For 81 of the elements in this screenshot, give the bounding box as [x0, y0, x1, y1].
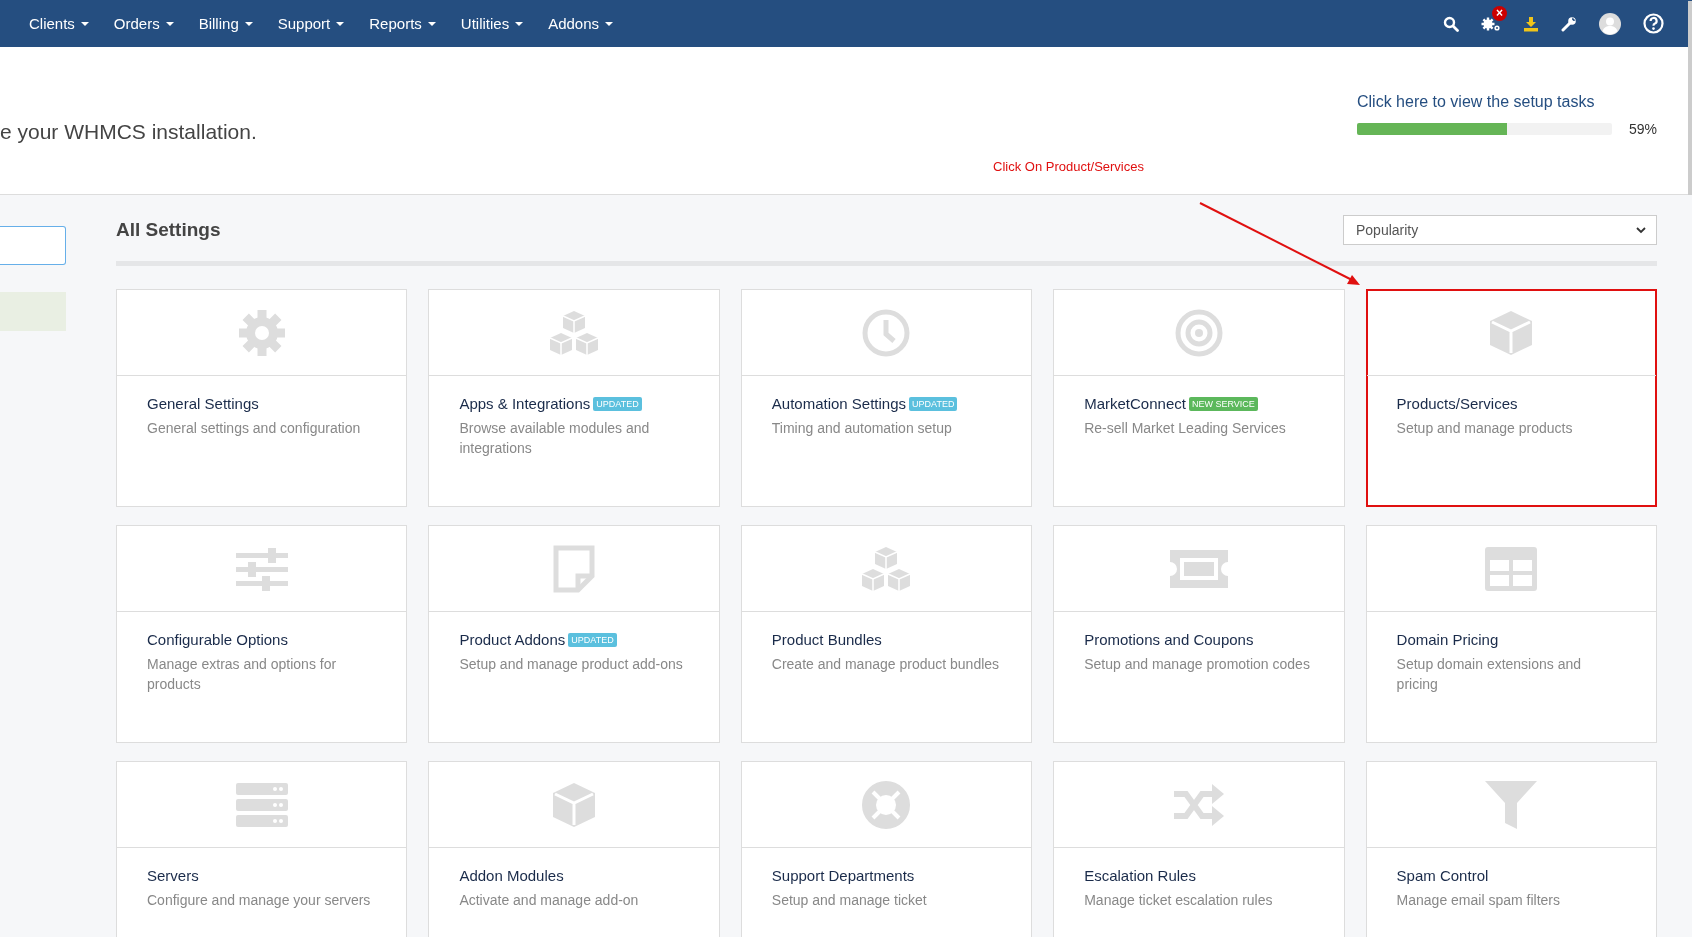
nav-menu-item[interactable]: Utilities — [451, 15, 533, 32]
search-icon[interactable] — [1443, 15, 1459, 32]
wrench-icon[interactable] — [1561, 15, 1577, 32]
settings-card[interactable]: Product Addons UPDATED Setup and manage product add-ons — [428, 525, 720, 743]
help-icon[interactable] — [1643, 13, 1664, 34]
card-title: Products/Services — [1396, 395, 1518, 412]
card-description: Setup and manage products — [1396, 419, 1574, 438]
card-description: Browse available modules and integrations — [459, 419, 651, 458]
card-description: Create and manage product bundles — [771, 655, 1001, 674]
settings-card[interactable]: Servers Configure and manage your servers — [116, 761, 408, 937]
nav-menu-item[interactable]: Clients — [20, 15, 98, 32]
server-icon — [234, 780, 289, 829]
user-avatar-icon[interactable] — [1599, 12, 1621, 35]
settings-card[interactable]: Configurable Options Manage extras and options for products — [116, 525, 408, 743]
gear-icon — [236, 307, 287, 358]
card-description: General settings and configuration — [147, 419, 362, 438]
card-title: Support Departments — [771, 867, 915, 884]
target-icon — [1173, 307, 1224, 358]
card-title: MarketConnect — [1084, 395, 1186, 412]
card-description: Setup and manage product add-ons — [459, 655, 684, 674]
status-badge: NEW SERVICE — [1188, 396, 1258, 411]
nav-menu-item[interactable]: Billing — [189, 15, 262, 32]
settings-card[interactable]: Escalation Rules Manage ticket escalation rules — [1053, 761, 1345, 937]
nav-menu-item[interactable]: Orders — [104, 15, 183, 32]
setup-tasks-link[interactable]: Click here to view the setup tasks — [1357, 93, 1658, 111]
card-title: Apps & Integrations — [459, 395, 591, 412]
settings-card[interactable]: Spam Control Manage email spam filters — [1365, 761, 1657, 937]
card-description: Setup domain extensions and pricing — [1396, 655, 1583, 694]
card-title: Servers — [147, 867, 199, 884]
status-badge: UPDATED — [568, 632, 617, 647]
status-badge: UPDATED — [593, 396, 642, 411]
ticket-icon — [1167, 547, 1230, 590]
annotation-text: Click On Product/Services — [993, 159, 1144, 174]
settings-card[interactable]: Automation Settings UPDATED Timing and automation setup — [740, 289, 1033, 507]
settings-card[interactable]: General Settings General settings and configuration — [116, 289, 408, 507]
card-description: Manage ticket escalation rules — [1084, 891, 1274, 910]
settings-card[interactable]: Products/Services Setup and manage products — [1365, 289, 1657, 507]
settings-card[interactable]: Apps & Integrations UPDATED Browse available modules and integrations — [428, 289, 720, 507]
section-title: All Settings — [116, 219, 221, 241]
card-title: Automation Settings — [771, 395, 907, 412]
card-description: Setup and manage ticket — [771, 891, 928, 910]
card-description: Activate and manage add-on — [459, 891, 640, 910]
card-title: Product Addons — [459, 631, 566, 648]
card-title: Product Bundles — [771, 631, 882, 648]
card-description: Manage email spam filters — [1396, 891, 1561, 910]
lifebuoy-icon — [861, 779, 912, 830]
search-field[interactable] — [0, 226, 66, 265]
scrollbar[interactable] — [1688, 1, 1692, 195]
nav-menu-item[interactable]: Reports — [360, 15, 445, 32]
settings-card[interactable]: Support Departments Setup and manage ticket — [740, 761, 1033, 937]
settings-card[interactable]: MarketConnect NEW SERVICE Re-sell Market Leading Services — [1053, 289, 1345, 507]
filter-icon — [1484, 778, 1539, 831]
card-title: Spam Control — [1396, 867, 1489, 884]
table-icon — [1484, 545, 1539, 592]
card-title: Promotions and Coupons — [1084, 631, 1254, 648]
clock-icon — [861, 307, 912, 358]
card-description: Setup and manage promotion codes — [1084, 655, 1311, 674]
settings-card[interactable]: Promotions and Coupons Setup and manage promotion codes — [1053, 525, 1345, 743]
card-title: Escalation Rules — [1084, 867, 1196, 884]
card-description: Re-sell Market Leading Services — [1084, 419, 1287, 438]
card-description: Timing and automation setup — [771, 419, 953, 438]
alert-badge: × — [1492, 5, 1507, 21]
card-title: Addon Modules — [459, 867, 564, 884]
settings-card[interactable]: Product Bundles Create and manage product bundles — [740, 525, 1033, 743]
download-icon[interactable] — [1523, 15, 1539, 32]
nav-menu-item[interactable]: Support — [268, 15, 354, 32]
card-title: General Settings — [147, 395, 259, 412]
card-title: Domain Pricing — [1396, 631, 1499, 648]
progress-reading: 59% — [1629, 121, 1658, 137]
card-description: Configure and manage your servers — [147, 891, 372, 910]
card-description: Manage extras and options for products — [147, 655, 338, 694]
shuffle-icon — [1171, 781, 1226, 828]
page-heading: e your WHMCS installation. — [0, 120, 257, 144]
card-title: Configurable Options — [147, 631, 288, 648]
nav-menu-item[interactable]: Addons — [539, 15, 623, 32]
sort-dropdown[interactable]: Popularity — [1343, 215, 1657, 245]
status-badge: UPDATED — [909, 396, 958, 411]
settings-card[interactable]: Addon Modules Activate and manage add-on — [428, 761, 720, 937]
chevron-down-icon — [1636, 226, 1646, 234]
note-icon — [551, 544, 598, 593]
settings-card[interactable]: Domain Pricing Setup domain extensions and pricing — [1365, 525, 1657, 743]
